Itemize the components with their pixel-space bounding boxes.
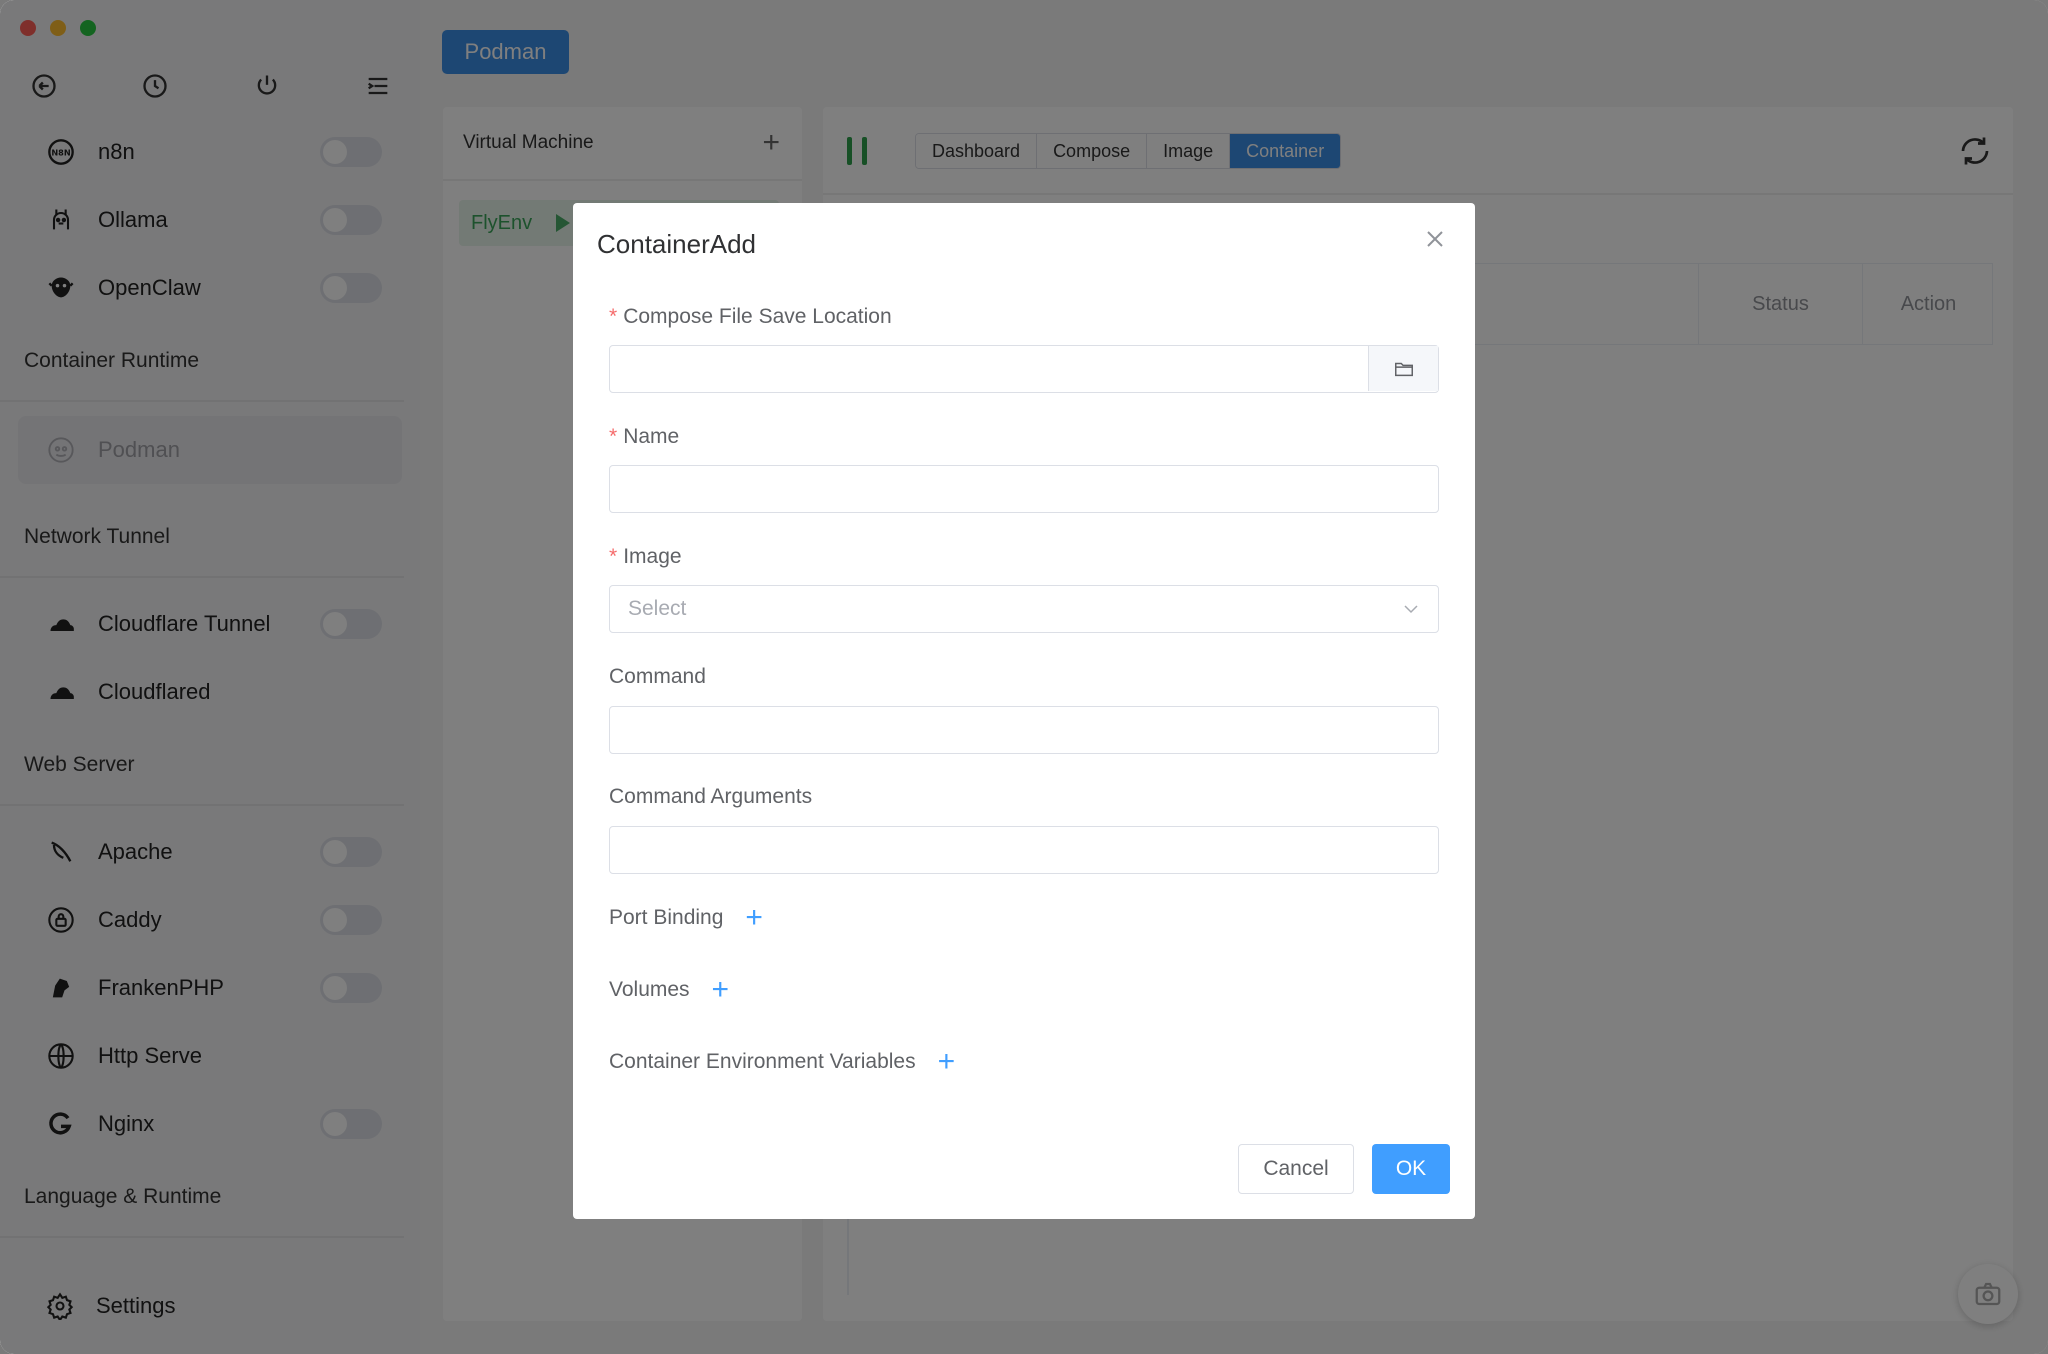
command-label: Command [609,665,706,688]
image-label: * Image [609,545,682,568]
image-select[interactable]: Select [609,585,1439,633]
add-port-binding-button[interactable]: + [745,903,763,933]
image-select-placeholder: Select [628,597,687,620]
close-icon[interactable] [1423,227,1447,251]
folder-icon [1394,362,1413,376]
browse-folder-button[interactable] [1368,346,1438,391]
command-args-label: Command Arguments [609,785,813,808]
volumes-row: Volumes + [609,975,729,1005]
port-binding-label: Port Binding [609,906,724,929]
port-binding-row: Port Binding + [609,903,763,933]
add-volume-button[interactable]: + [712,975,730,1005]
name-label: * Name [609,425,680,448]
app-window: N8N n8n Ollama OpenClaw Container Runtim [0,0,2048,1354]
compose-location-label: * Compose File Save Location [609,305,892,328]
required-marker: * [609,545,618,568]
env-vars-label: Container Environment Variables [609,1050,916,1073]
name-input[interactable] [609,465,1439,513]
dialog-title: ContainerAdd [597,229,756,259]
compose-location-input[interactable] [609,345,1439,393]
chevron-down-icon [1404,605,1418,614]
cancel-button[interactable]: Cancel [1238,1144,1354,1194]
command-input[interactable] [609,706,1439,754]
container-add-dialog: ContainerAdd * Compose File Save Location… [573,203,1475,1219]
volumes-label: Volumes [609,978,690,1001]
required-marker: * [609,305,618,328]
required-marker: * [609,425,618,448]
ok-button[interactable]: OK [1372,1144,1450,1194]
env-vars-row: Container Environment Variables + [609,1047,955,1077]
command-args-input[interactable] [609,826,1439,874]
add-env-var-button[interactable]: + [938,1047,956,1077]
